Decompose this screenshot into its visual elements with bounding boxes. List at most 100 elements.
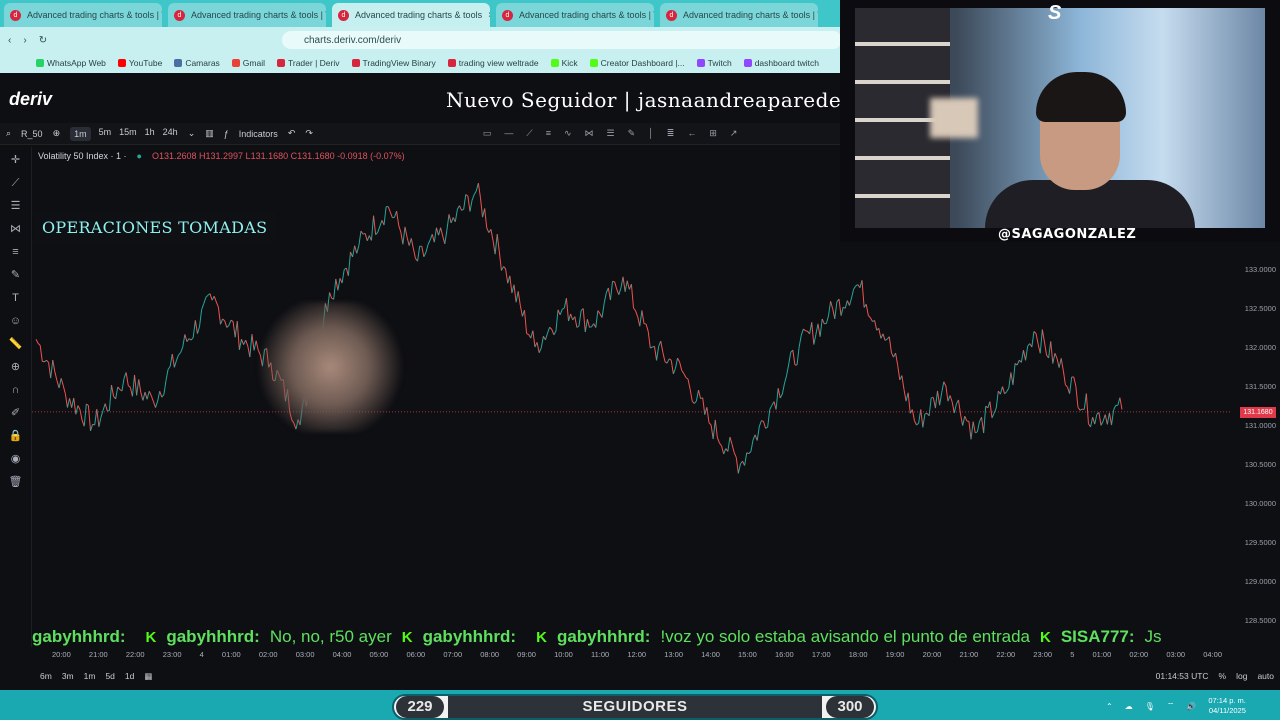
volume-icon[interactable]: 🔊 xyxy=(1186,702,1196,711)
chevron-down-icon[interactable]: ⌄ xyxy=(188,128,196,139)
lines-tool-icon[interactable]: ☰ xyxy=(9,199,23,213)
bookmark-item[interactable]: Trader | Deriv xyxy=(277,58,340,68)
arrow-tool-icon[interactable]: ↗ xyxy=(730,128,738,139)
auto-scale-toggle[interactable]: auto xyxy=(1257,671,1274,681)
fib-icon[interactable]: ≡ xyxy=(9,245,23,259)
ray-tool-icon[interactable]: ← xyxy=(687,128,696,139)
magnet-icon[interactable]: ∩ xyxy=(9,383,23,397)
grid-tool-icon[interactable]: ⊞ xyxy=(709,128,717,139)
price-segment xyxy=(949,395,953,403)
eye-icon[interactable]: ◉ xyxy=(9,452,23,466)
wifi-icon[interactable]: ⌔ xyxy=(1167,701,1175,711)
indicators-button[interactable]: Indicators xyxy=(239,129,278,139)
price-axis[interactable]: 133.0000 132.5000 132.0000 131.5000 131.0000… xyxy=(1232,250,1280,630)
indicators-icon[interactable]: ƒ xyxy=(224,129,229,139)
pattern-icon[interactable]: ⋈ xyxy=(9,222,23,236)
browser-tab[interactable]: d Advanced trading charts & tools | Tr xyxy=(660,3,818,27)
crosshair-icon[interactable]: ✛ xyxy=(9,153,23,167)
price-tick: 131.0000 xyxy=(1244,421,1276,430)
text-tool-icon[interactable]: T xyxy=(9,291,23,305)
calendar-icon[interactable]: ▦ xyxy=(144,671,152,682)
browser-tab[interactable]: d Advanced trading charts & tools | Tr xyxy=(168,3,326,27)
time-tick: 21:00 xyxy=(88,650,108,659)
mic-icon[interactable]: 🎙 xyxy=(1145,702,1155,711)
price-segment xyxy=(152,401,156,408)
search-icon[interactable]: ⌕ xyxy=(6,128,11,139)
bookmark-item[interactable]: YouTube xyxy=(117,58,162,68)
hline-tool-icon[interactable]: — xyxy=(504,128,513,139)
forward-icon[interactable]: › xyxy=(23,35,26,46)
clock[interactable]: 07:14 p. m. 04/11/2025 xyxy=(1208,696,1246,716)
time-tick: 18:00 xyxy=(848,650,868,659)
price-segment xyxy=(337,278,341,291)
symbol-search[interactable]: R_50 xyxy=(21,129,43,139)
price-segment xyxy=(920,409,924,428)
period-6m[interactable]: 6m xyxy=(40,671,52,681)
pattern-tool-icon[interactable]: ⋈ xyxy=(585,128,594,139)
price-segment xyxy=(39,345,43,362)
browser-tab[interactable]: d Advanced trading charts & tools | Tr xyxy=(496,3,654,27)
bookmark-item[interactable]: trading view weltrade xyxy=(447,58,539,68)
channel-tool-icon[interactable]: ≡ xyxy=(546,128,551,139)
price-segment xyxy=(440,227,444,237)
bookmark-item[interactable]: WhatsApp Web xyxy=(36,58,106,68)
address-bar-row: ‹ › ↻ charts.deriv.com/deriv xyxy=(0,27,842,53)
price-segment xyxy=(761,420,764,422)
vline-tool-icon[interactable]: │ xyxy=(648,128,654,139)
interval-24h[interactable]: 24h xyxy=(163,127,178,141)
interval-1m[interactable]: 1m xyxy=(70,126,91,141)
curve-tool-icon[interactable]: ∿ xyxy=(564,128,572,139)
cloud-icon[interactable]: ☁ xyxy=(1125,702,1133,711)
rectangle-tool-icon[interactable]: ▭ xyxy=(483,128,492,139)
undo-icon[interactable]: ↶ xyxy=(288,128,296,139)
zoom-icon[interactable]: ⊕ xyxy=(9,360,23,374)
bookmark-item[interactable]: dashboard twitch xyxy=(743,58,819,68)
ruler-icon[interactable]: 📏 xyxy=(9,337,23,351)
trash-icon[interactable]: 🗑 xyxy=(9,475,23,489)
redo-icon[interactable]: ↷ xyxy=(305,128,313,139)
price-segment xyxy=(496,234,500,252)
interval-5m[interactable]: 5m xyxy=(99,127,112,141)
url-field[interactable]: charts.deriv.com/deriv xyxy=(282,31,842,49)
bookmark-item[interactable]: Creator Dashboard |... xyxy=(589,58,685,68)
interval-15m[interactable]: 15m xyxy=(119,127,137,141)
price-segment xyxy=(238,339,242,350)
lock-icon[interactable]: 🔒 xyxy=(9,429,23,443)
period-5d[interactable]: 5d xyxy=(105,671,114,681)
chevron-up-icon[interactable]: ⌃ xyxy=(1106,702,1113,711)
bookmark-item[interactable]: Camaras xyxy=(174,58,220,68)
period-3m[interactable]: 3m xyxy=(62,671,74,681)
back-icon[interactable]: ‹ xyxy=(8,35,11,46)
bookmark-item[interactable]: Gmail xyxy=(231,58,265,68)
time-axis[interactable]: 20:00 21:00 22:00 23:00 4 01:00 02:00 03:00 04:0… xyxy=(32,650,1242,662)
pencil-lock-icon[interactable]: ✐ xyxy=(9,406,23,420)
trend-tool-icon[interactable]: ⟋ xyxy=(526,128,532,139)
brush-tool-icon[interactable]: ✎ xyxy=(628,128,636,139)
bookmark-item[interactable]: Kick xyxy=(550,58,578,68)
time-tick: 15:00 xyxy=(738,650,757,659)
emoji-icon[interactable]: ☺ xyxy=(9,314,23,328)
percent-scale-toggle[interactable]: % xyxy=(1219,671,1227,681)
price-segment xyxy=(205,294,209,298)
period-1m[interactable]: 1m xyxy=(84,671,96,681)
browser-tab[interactable]: d Advanced trading charts & tools | Tr xyxy=(4,3,162,27)
bookmark-item[interactable]: TradingView Binary xyxy=(351,58,436,68)
utc-time[interactable]: 01:14:53 UTC xyxy=(1156,671,1209,681)
bookmark-item[interactable]: Twitch xyxy=(696,58,732,68)
period-1d[interactable]: 1d xyxy=(125,671,134,681)
brush-icon[interactable]: ✎ xyxy=(9,268,23,282)
log-scale-toggle[interactable]: log xyxy=(1236,671,1247,681)
line-tool-icon[interactable]: ⟋ xyxy=(9,176,23,190)
interval-1h[interactable]: 1h xyxy=(145,127,155,141)
browser-tab[interactable]: d Advanced trading charts & tools × xyxy=(332,3,490,27)
deriv-logo[interactable]: deriv xyxy=(9,89,52,110)
price-segment xyxy=(825,315,829,324)
chart-type-icon[interactable]: ▥ xyxy=(205,128,214,139)
add-symbol-icon[interactable]: ⊕ xyxy=(53,128,61,139)
close-tab-icon[interactable]: × xyxy=(488,10,490,21)
levels-tool-icon[interactable]: ≣ xyxy=(667,128,675,139)
fib-tool-icon[interactable]: ☰ xyxy=(607,128,615,139)
reload-icon[interactable]: ↻ xyxy=(39,35,47,46)
price-segment xyxy=(544,332,549,341)
price-segment xyxy=(358,230,362,246)
